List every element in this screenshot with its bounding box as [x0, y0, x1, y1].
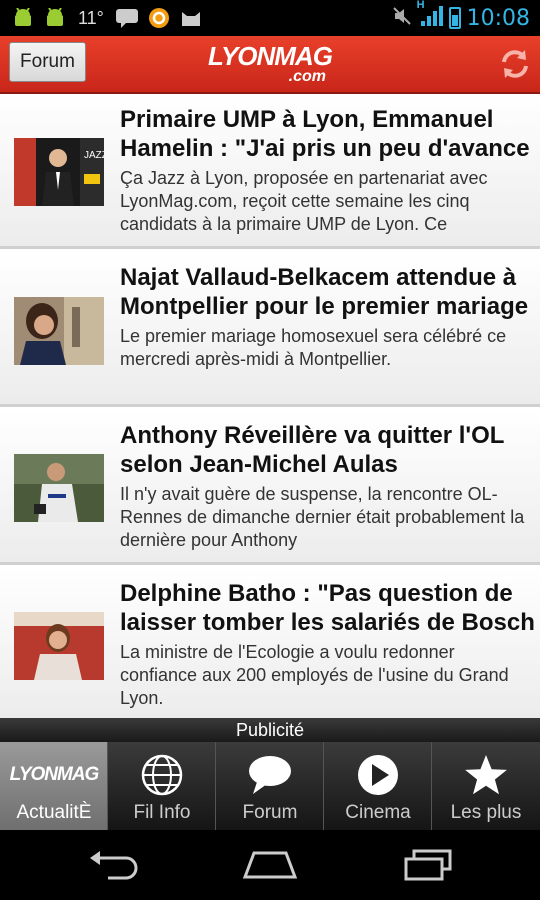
- article-thumbnail: JAZZ: [14, 138, 104, 206]
- speech-bubble-icon: [216, 748, 324, 802]
- battery-icon: [448, 7, 461, 29]
- news-item[interactable]: Najat Vallaud-Belkacem attendue à Montpe…: [0, 252, 540, 407]
- lyonmag-logo-icon: LYONMAG: [0, 748, 108, 802]
- article-thumbnail: [14, 454, 104, 522]
- tab-label: Les plus: [450, 802, 522, 823]
- signal-icon: H: [417, 0, 443, 32]
- back-icon[interactable]: [82, 844, 142, 886]
- news-list[interactable]: JAZZ Primaire UMP à Lyon, Emmanuel Hamel…: [0, 94, 540, 718]
- article-thumbnail: [14, 297, 104, 365]
- tab-actualite[interactable]: LYONMAG ActualitÈ: [0, 742, 108, 830]
- tab-forum[interactable]: Forum: [216, 742, 324, 830]
- cat-notification-icon: [178, 7, 204, 29]
- logo-main-text: LYONMAG: [208, 41, 333, 71]
- tab-label: Cinema: [345, 802, 411, 823]
- logo-sub-text: .com: [288, 68, 326, 85]
- network-type-label: H: [416, 0, 425, 11]
- article-title: Anthony Réveillère va quitter l'OL selon…: [120, 422, 505, 478]
- recent-apps-icon[interactable]: [398, 844, 458, 886]
- android-notification-icon: [42, 7, 68, 29]
- temperature-label: 11°: [78, 7, 104, 28]
- article-title: Primaire UMP à Lyon, Emmanuel Hamelin : …: [120, 106, 530, 162]
- article-snippet: Ça Jazz à Lyon, proposée en partenariat …: [120, 168, 488, 234]
- article-snippet: Le premier mariage homosexuel sera céléb…: [120, 326, 507, 369]
- article-thumbnail: [14, 612, 104, 680]
- tab-les-plus[interactable]: Les plus: [432, 742, 540, 830]
- tab-label: Forum: [242, 802, 298, 823]
- tab-fil-info[interactable]: Fil Info: [108, 742, 216, 830]
- news-item[interactable]: Anthony Réveillère va quitter l'OL selon…: [0, 410, 540, 565]
- tab-cinema[interactable]: Cinema: [324, 742, 432, 830]
- star-icon: [432, 748, 540, 802]
- article-title: Delphine Batho : "Pas question de laisse…: [120, 580, 535, 636]
- globe-icon: [108, 748, 216, 802]
- play-icon: [324, 748, 432, 802]
- app-header: Forum LYONMAG .com: [0, 36, 540, 94]
- refresh-icon[interactable]: [496, 46, 534, 82]
- news-item[interactable]: JAZZ Primaire UMP à Lyon, Emmanuel Hamel…: [0, 94, 540, 249]
- home-icon[interactable]: [240, 844, 300, 886]
- news-item[interactable]: Delphine Batho : "Pas question de laisse…: [0, 568, 540, 718]
- system-nav-bar: [0, 830, 540, 900]
- ad-banner-label[interactable]: Publicité: [0, 718, 540, 742]
- article-snippet: La ministre de l'Ecologie a voulu redonn…: [120, 642, 509, 708]
- bottom-tab-bar: LYONMAG ActualitÈ Fil Info Forum Cinema …: [0, 742, 540, 830]
- svg-text:JAZZ: JAZZ: [84, 150, 104, 161]
- app-notification-icon: [146, 7, 172, 29]
- clock: 10:08: [466, 5, 530, 31]
- lyonmag-logo: LYONMAG .com: [200, 42, 340, 86]
- tab-label: ActualitÈ: [16, 802, 92, 823]
- mute-icon: [391, 5, 413, 32]
- tab-label: Fil Info: [133, 802, 191, 823]
- forum-button[interactable]: Forum: [9, 42, 86, 82]
- status-bar: 11° H 10:08: [0, 0, 540, 36]
- article-title: Najat Vallaud-Belkacem attendue à Montpe…: [120, 264, 529, 320]
- article-snippet: Il n'y avait guère de suspense, la renco…: [120, 484, 525, 550]
- android-notification-icon: [10, 7, 36, 29]
- tab-logo-text: LYONMAG: [9, 764, 100, 785]
- message-icon: [114, 7, 140, 29]
